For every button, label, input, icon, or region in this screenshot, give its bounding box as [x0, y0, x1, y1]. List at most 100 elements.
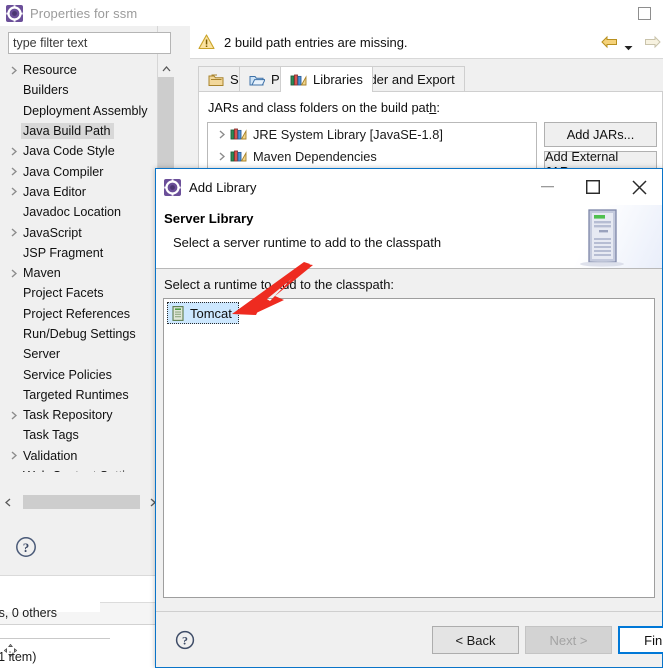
chevron-right-icon[interactable]: [6, 167, 21, 176]
tab-label: Libraries: [313, 72, 363, 87]
sidebar-item-label: Resource: [23, 63, 77, 78]
sidebar-item-java-editor[interactable]: Java Editor: [0, 182, 163, 202]
chevron-right-icon[interactable]: [214, 151, 230, 161]
next-button: Next >: [525, 626, 612, 654]
chevron-right-icon[interactable]: [6, 187, 21, 196]
sidebar-item-validation[interactable]: Validation: [0, 446, 163, 466]
sidebar-item-label: Server: [23, 347, 61, 362]
warning-message: 2 build path entries are missing.: [224, 34, 408, 50]
list-item-label: JRE System Library [JavaSE-1.8]: [253, 126, 443, 142]
sidebar-item-label: Deployment Assembly: [23, 103, 148, 118]
scrollbar-thumb[interactable]: [23, 495, 140, 509]
jars-label-pre: JARs and class folders on the build pat: [208, 100, 430, 115]
scroll-up-icon[interactable]: [158, 60, 174, 77]
next-button-label: Next >: [549, 632, 588, 648]
sidebar-item-run-debug-settings[interactable]: Run/Debug Settings: [0, 324, 163, 344]
sidebar-item-java-code-style[interactable]: Java Code Style: [0, 141, 163, 161]
chevron-right-icon[interactable]: [214, 129, 230, 139]
settings-tree[interactable]: Resource Builders Deployment Assembly Java …: [0, 60, 163, 472]
sidebar-item-deployment-assembly[interactable]: Deployment Assembly: [0, 101, 163, 121]
runtime-list[interactable]: Tomcat: [163, 298, 655, 598]
chevron-right-icon[interactable]: [6, 228, 21, 237]
sidebar-item-project-facets[interactable]: Project Facets: [0, 283, 163, 303]
tree-horizontal-scrollbar[interactable]: [0, 494, 174, 510]
sidebar-item-label: JavaScript: [23, 225, 82, 240]
sidebar-item-label: Service Policies: [23, 367, 112, 382]
page-title: Properties for ssm: [30, 5, 138, 21]
dialog-header: Server Library Select a server runtime t…: [156, 205, 662, 268]
sidebar-item-label: Java Build Path: [21, 123, 114, 140]
chevron-right-icon[interactable]: [6, 269, 21, 278]
sidebar-item-service-policies[interactable]: Service Policies: [0, 364, 163, 384]
list-item-label: Maven Dependencies: [253, 148, 377, 164]
sidebar-item-task-tags[interactable]: Task Tags: [0, 425, 163, 445]
sidebar-item-label: Web Content Settings: [21, 468, 148, 472]
chevron-right-icon[interactable]: [6, 411, 21, 420]
sidebar-item-label: Project Facets: [23, 286, 104, 301]
back-arrow-icon[interactable]: [601, 35, 618, 49]
minimize-icon[interactable]: [524, 169, 570, 205]
add-jars-button[interactable]: Add JARs...: [544, 122, 657, 147]
sidebar-item-label: Targeted Runtimes: [23, 387, 129, 402]
jars-label-post: :: [436, 100, 440, 115]
add-jars-label: Add JARs...: [566, 127, 635, 142]
back-button[interactable]: < Back: [432, 626, 519, 654]
divider: [190, 58, 663, 59]
dialog-title: Add Library: [189, 179, 257, 195]
help-button[interactable]: ?: [174, 629, 196, 651]
library-books-icon: [230, 149, 247, 163]
tab-bar[interactable]: SourceProjectsLibrariesOrder and Export: [198, 66, 663, 92]
properties-titlebar: Properties for ssm: [0, 0, 663, 26]
list-item[interactable]: JRE System Library [JavaSE-1.8]: [208, 123, 536, 145]
sidebar-item-java-build-path[interactable]: Java Build Path: [0, 121, 163, 141]
sidebar-item-web-content-settings[interactable]: Web Content Settings: [0, 466, 163, 472]
eclipse-properties-icon: [6, 4, 23, 22]
sidebar-item-java-compiler[interactable]: Java Compiler: [0, 161, 163, 181]
list-item[interactable]: Maven Dependencies: [208, 145, 536, 167]
restore-icon[interactable]: [638, 7, 651, 20]
sidebar-item-label: Task Tags: [23, 428, 79, 443]
sidebar-item-label: Run/Debug Settings: [23, 327, 136, 341]
properties-left-pane: Resource Builders Deployment Assembly Java …: [0, 26, 174, 628]
list-item[interactable]: Tomcat: [167, 302, 239, 324]
runtime-list-label: Select a runtime to add to the classpath…: [164, 277, 395, 292]
scroll-left-icon[interactable]: [0, 494, 16, 510]
search-input[interactable]: [8, 32, 171, 54]
chevron-right-icon[interactable]: [6, 66, 21, 75]
sidebar-item-builders[interactable]: Builders: [0, 80, 163, 100]
sidebar-item-task-repository[interactable]: Task Repository: [0, 405, 163, 425]
sidebar-item-project-references[interactable]: Project References: [0, 304, 163, 324]
svg-text:?: ?: [23, 540, 30, 555]
library-books-icon: [230, 127, 247, 141]
open-folder-icon: [249, 73, 265, 87]
svg-text:?: ?: [182, 634, 188, 648]
sidebar-item-label: Java Compiler: [23, 164, 104, 179]
tab-libraries[interactable]: Libraries: [280, 66, 373, 92]
forward-arrow-icon[interactable]: [644, 35, 661, 49]
sidebar-item-label: Project References: [23, 306, 131, 321]
close-icon[interactable]: [616, 169, 662, 205]
sidebar-item-javascript[interactable]: JavaScript: [0, 222, 163, 242]
sidebar-item-label: Builders: [23, 83, 69, 98]
source-folder-icon: [208, 73, 224, 87]
sidebar-item-javadoc-location[interactable]: Javadoc Location: [0, 202, 163, 222]
finish-button-label: Finish: [644, 632, 663, 648]
sidebar-item-label: JSP Fragment: [23, 245, 104, 260]
dialog-body: Select a runtime to add to the classpath…: [156, 269, 662, 611]
maximize-icon[interactable]: [570, 169, 616, 205]
sidebar-item-label: Validation: [23, 448, 78, 463]
sidebar-item-maven[interactable]: Maven: [0, 263, 163, 283]
finish-button[interactable]: Finish: [618, 626, 663, 654]
sidebar-item-targeted-runtimes[interactable]: Targeted Runtimes: [0, 385, 163, 405]
dialog-footer: ? < Back Next > Finish Cancel: [156, 611, 663, 667]
sidebar-item-resource[interactable]: Resource: [0, 60, 163, 80]
dialog-heading: Server Library: [164, 211, 254, 226]
dialog-description: Select a server runtime to add to the cl…: [173, 235, 442, 250]
sidebar-item-server[interactable]: Server: [0, 344, 163, 364]
chevron-right-icon[interactable]: [6, 451, 21, 460]
chevron-right-icon[interactable]: [6, 147, 21, 156]
chevron-down-icon[interactable]: [624, 40, 633, 54]
sidebar-item-jsp-fragment[interactable]: JSP Fragment: [0, 243, 163, 263]
eclipse-properties-icon: [164, 178, 181, 196]
help-button[interactable]: ?: [14, 535, 38, 559]
